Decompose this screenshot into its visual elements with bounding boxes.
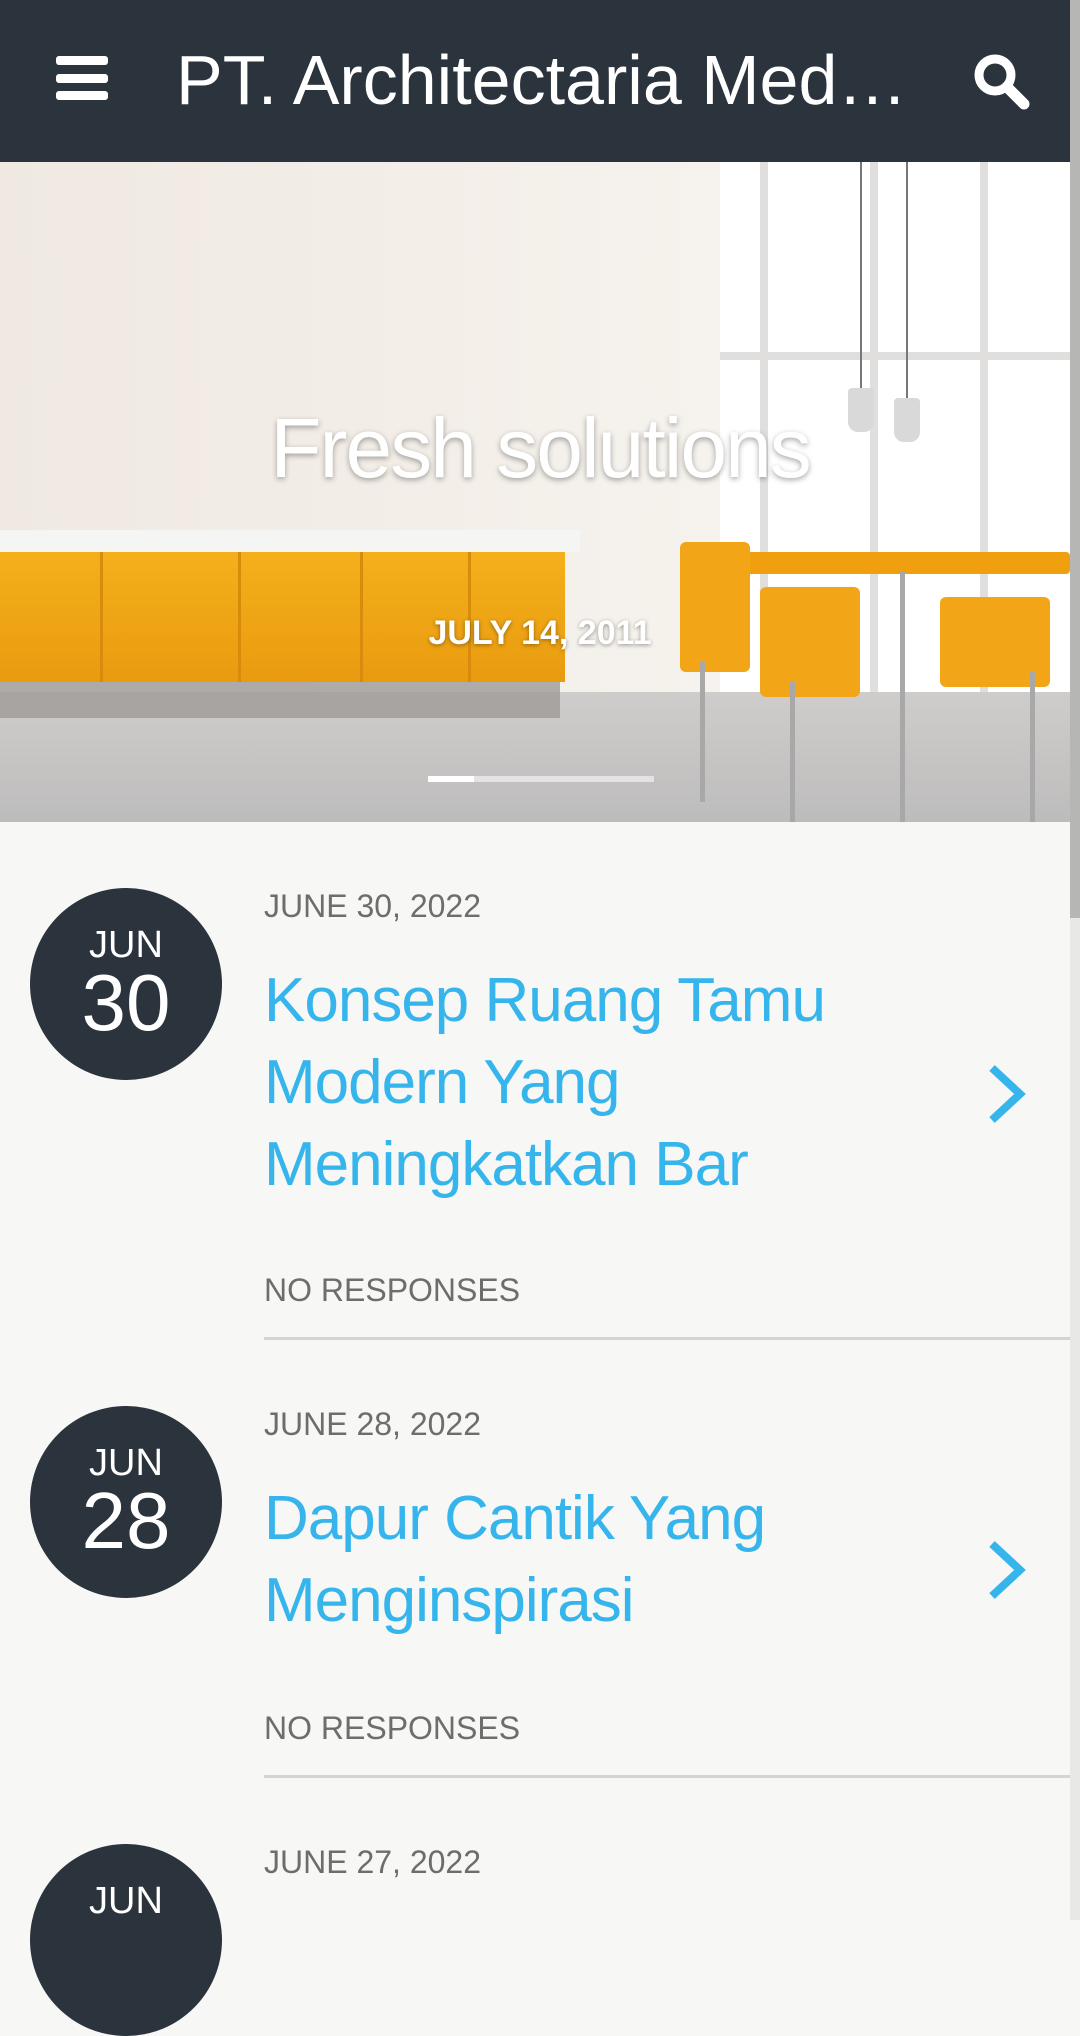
search-icon[interactable] [972,52,1030,110]
hero-title[interactable]: Fresh solutions [0,400,1070,497]
date-badge: JUN 28 [30,1406,222,1598]
scrollbar[interactable] [1070,0,1080,1920]
app-header: PT. Architectaria Medi… [0,0,1080,162]
post-list-item[interactable]: JUN JUNE 27, 2022 [0,1844,1070,2036]
hamburger-menu-icon[interactable] [56,56,108,100]
chevron-right-icon[interactable] [986,1064,1026,1124]
badge-day: 30 [81,958,171,1047]
post-date: JUNE 27, 2022 [264,1844,482,1880]
divider [264,1337,1070,1340]
post-list-item[interactable]: JUN 28 JUNE 28, 2022 Dapur Cantik Yang M… [0,1406,1070,1780]
date-badge: JUN [30,1844,222,2036]
post-title-link[interactable]: Dapur Cantik Yang Menginspirasi [264,1478,864,1642]
hero-slide[interactable]: Fresh solutions JULY 14, 2011 [0,162,1070,822]
badge-month: JUN [89,1880,163,1922]
slider-active-segment [428,776,474,782]
slider-indicator[interactable] [428,776,654,782]
date-badge: JUN 30 [30,888,222,1080]
post-title-link[interactable]: Konsep Ruang Tamu Modern Yang Meningkatk… [264,960,864,1206]
scrollbar-thumb[interactable] [1070,0,1080,918]
hero-table-image [700,552,1070,574]
post-date: JUNE 30, 2022 [264,888,482,924]
chevron-right-icon[interactable] [986,1540,1026,1600]
post-list-item[interactable]: JUN 30 JUNE 30, 2022 Konsep Ruang Tamu M… [0,888,1070,1340]
divider [264,1775,1070,1778]
badge-day: 28 [81,1476,171,1565]
post-date: JUNE 28, 2022 [264,1406,482,1442]
post-responses[interactable]: NO RESPONSES [264,1710,520,1747]
site-title[interactable]: PT. Architectaria Medi… [176,40,916,120]
post-responses[interactable]: NO RESPONSES [264,1272,520,1309]
hero-date: JULY 14, 2011 [428,614,652,652]
